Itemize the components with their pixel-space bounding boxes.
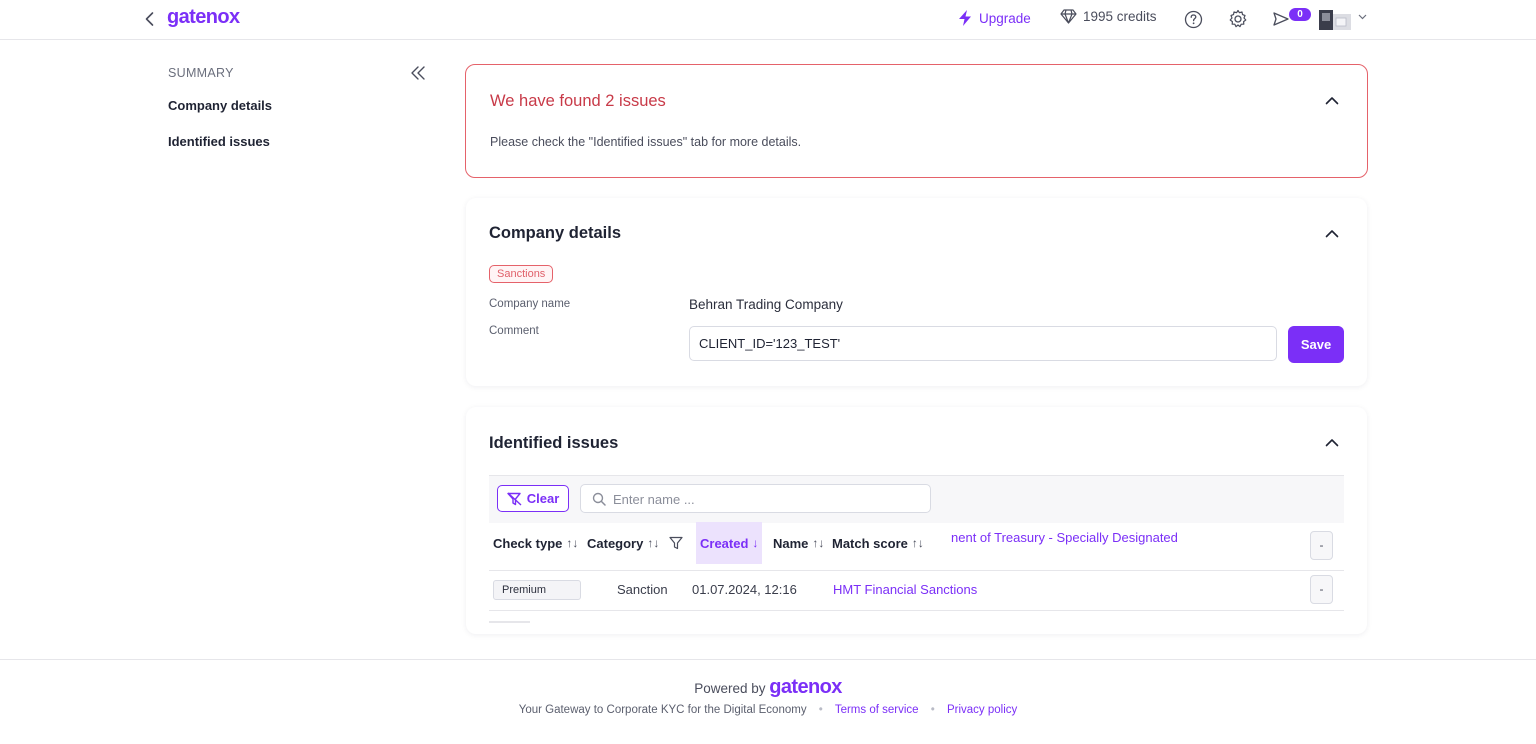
clear-filters-button[interactable]: Clear bbox=[497, 485, 569, 512]
powered-by: Powered by gatenox bbox=[0, 676, 1536, 699]
company-name-value: Behran Trading Company bbox=[689, 297, 843, 312]
separator-dot: • bbox=[930, 704, 935, 716]
save-button[interactable]: Save bbox=[1288, 326, 1344, 363]
company-name-label: Company name bbox=[489, 298, 571, 310]
chevron-up-icon[interactable] bbox=[1325, 229, 1339, 238]
issues-alert: We have found 2 issues Please check the … bbox=[465, 64, 1368, 178]
created-cell: 01.07.2024, 12:16 bbox=[692, 582, 797, 597]
category-cell: Sanction bbox=[617, 582, 668, 597]
filter-icon[interactable] bbox=[669, 536, 683, 550]
privacy-link[interactable]: Privacy policy bbox=[947, 704, 1017, 716]
sanctions-tag: Sanctions bbox=[489, 265, 554, 283]
search-input[interactable] bbox=[611, 485, 925, 514]
clear-label: Clear bbox=[526, 491, 560, 506]
footer-logo[interactable]: gatenox bbox=[769, 676, 842, 698]
notification-badge: 0 bbox=[1289, 8, 1311, 21]
terms-link[interactable]: Terms of service bbox=[835, 704, 919, 716]
sort-icon: ↑↓ bbox=[566, 536, 579, 550]
sidebar-item-identified-issues[interactable]: Identified issues bbox=[168, 134, 270, 149]
logo[interactable]: gatenox bbox=[167, 6, 240, 29]
sort-icon: ↑↓ bbox=[911, 536, 924, 550]
separator-dot: • bbox=[818, 704, 823, 716]
column-label: Name bbox=[773, 535, 809, 551]
column-header-created[interactable]: Created ↓ bbox=[696, 522, 763, 564]
lightning-icon bbox=[957, 9, 973, 27]
tagline: Your Gateway to Corporate KYC for the Di… bbox=[518, 704, 807, 716]
column-label: Created bbox=[700, 535, 749, 551]
sort-desc-icon: ↓ bbox=[752, 536, 759, 550]
filter-clear-icon bbox=[507, 491, 522, 506]
column-label: Category bbox=[587, 535, 644, 551]
column-label: Check type bbox=[493, 535, 563, 551]
upgrade-label: Upgrade bbox=[979, 10, 1031, 26]
upgrade-button[interactable]: Upgrade bbox=[957, 9, 1031, 27]
search-box bbox=[580, 484, 931, 514]
notification-icon[interactable] bbox=[1272, 10, 1290, 28]
diamond-icon bbox=[1060, 9, 1077, 24]
column-label: Match score bbox=[832, 535, 908, 551]
row-action-button[interactable]: - bbox=[1310, 575, 1333, 604]
help-icon[interactable] bbox=[1184, 10, 1203, 29]
identified-issues-title: Identified issues bbox=[489, 434, 619, 452]
credits-label: 1995 credits bbox=[1083, 9, 1157, 24]
column-header-check-type[interactable]: Check type ↑↓ bbox=[493, 522, 578, 564]
footer: Powered by gatenox Your Gateway to Corpo… bbox=[0, 659, 1536, 744]
collapse-sidebar-icon[interactable] bbox=[410, 66, 426, 80]
column-header-match-score[interactable]: Match score ↑↓ bbox=[832, 522, 924, 564]
alert-title: We have found 2 issues bbox=[490, 92, 666, 110]
identified-issues-card: Identified issues Clear Check type ↑↓ Ca… bbox=[466, 407, 1367, 634]
horizontal-scrollbar[interactable] bbox=[489, 621, 530, 623]
comment-field[interactable] bbox=[689, 326, 1277, 361]
column-header-name[interactable]: Name ↑↓ bbox=[773, 522, 824, 564]
footer-links: Your Gateway to Corporate KYC for the Di… bbox=[0, 704, 1536, 716]
table-toolbar: Clear bbox=[489, 475, 1344, 523]
table-header: Check type ↑↓ Category ↑↓ Created ↓ Name… bbox=[489, 522, 1344, 571]
company-details-card: Company details Sanctions Company name B… bbox=[466, 198, 1367, 386]
top-bar: gatenox Upgrade 1995 credits 0 bbox=[0, 0, 1536, 40]
credits-indicator[interactable]: 1995 credits bbox=[1060, 9, 1157, 24]
column-header-category[interactable]: Category ↑↓ bbox=[587, 522, 683, 564]
table-row: Premium Sanction 01.07.2024, 12:16 HMT F… bbox=[489, 570, 1344, 611]
comment-label: Comment bbox=[489, 325, 539, 337]
summary-heading: SUMMARY bbox=[168, 66, 234, 80]
name-link[interactable]: HMT Financial Sanctions bbox=[833, 582, 977, 597]
chevron-up-icon[interactable] bbox=[1325, 438, 1339, 447]
chevron-up-icon[interactable] bbox=[1325, 96, 1339, 105]
sidebar-item-company-details[interactable]: Company details bbox=[168, 98, 272, 113]
avatar[interactable] bbox=[1319, 10, 1351, 30]
sort-icon: ↑↓ bbox=[812, 536, 825, 550]
chevron-down-icon[interactable] bbox=[1358, 14, 1367, 20]
alert-text: Please check the "Identified issues" tab… bbox=[490, 135, 802, 149]
row-action-button[interactable]: - bbox=[1310, 531, 1333, 560]
powered-by-label: Powered by bbox=[694, 681, 766, 696]
back-arrow-icon[interactable] bbox=[141, 10, 159, 28]
sort-icon: ↑↓ bbox=[647, 536, 660, 550]
overflow-name-text[interactable]: nent of Treasury - Specially Designated bbox=[951, 530, 1178, 545]
gear-icon[interactable] bbox=[1228, 9, 1248, 29]
company-details-title: Company details bbox=[489, 224, 622, 242]
check-type-badge: Premium bbox=[493, 580, 581, 600]
